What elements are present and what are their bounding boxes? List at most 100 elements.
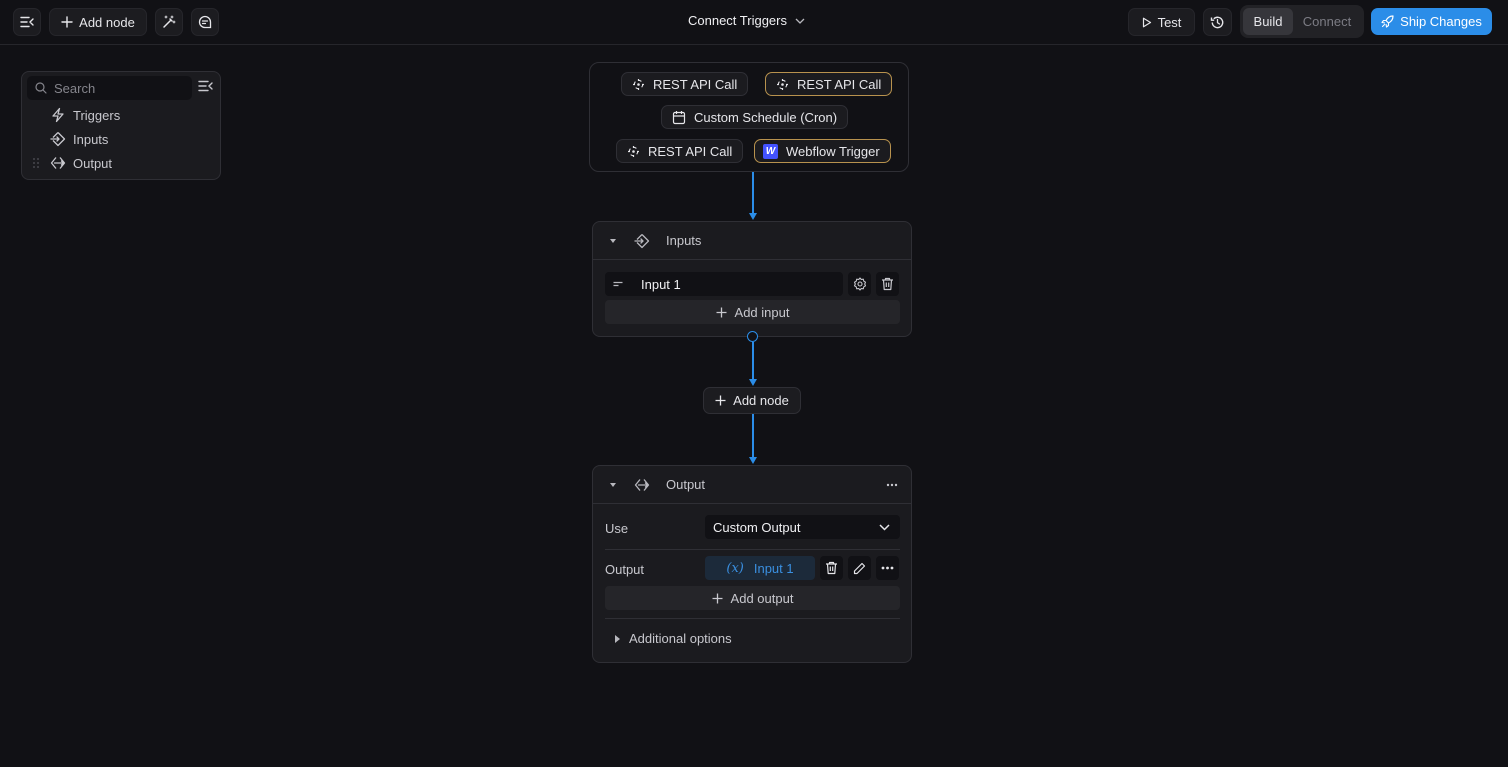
outline-item-label: Triggers bbox=[73, 107, 121, 123]
delete-input-button[interactable] bbox=[876, 272, 899, 296]
collapse-outline-icon[interactable] bbox=[198, 80, 213, 92]
add-input-label: Add input bbox=[734, 304, 790, 320]
webflow-logo-icon: W bbox=[763, 143, 778, 159]
output-variable-pill[interactable]: (x) Input 1 bbox=[705, 556, 815, 580]
outline-item-output[interactable]: Output bbox=[50, 155, 112, 171]
connector-arrow-icon bbox=[749, 379, 757, 386]
connector-line bbox=[752, 172, 754, 214]
trigger-chip-label: Webflow Trigger bbox=[786, 143, 880, 159]
test-label: Test bbox=[1157, 14, 1182, 30]
trash-icon bbox=[826, 561, 837, 575]
trigger-chip-webflow[interactable]: W Webflow Trigger bbox=[754, 139, 891, 163]
chevron-down-icon bbox=[795, 18, 805, 24]
trigger-chip-label: REST API Call bbox=[797, 76, 882, 92]
additional-options-toggle[interactable]: Additional options bbox=[615, 631, 732, 646]
output-port-handle[interactable] bbox=[747, 331, 758, 342]
add-node-button[interactable]: Add node bbox=[49, 8, 147, 36]
magic-wand-icon bbox=[163, 15, 176, 28]
add-output-button[interactable]: Add output bbox=[605, 586, 900, 610]
lightning-icon bbox=[52, 107, 64, 123]
add-input-button[interactable]: Add input bbox=[605, 300, 900, 324]
history-icon bbox=[1210, 16, 1224, 28]
outline-item-inputs[interactable]: Inputs bbox=[50, 131, 108, 147]
trigger-chip-custom-schedule[interactable]: Custom Schedule (Cron) bbox=[661, 105, 849, 129]
connector-line bbox=[752, 414, 754, 458]
more-options-icon bbox=[881, 566, 894, 570]
input-name: Input 1 bbox=[641, 276, 681, 292]
plus-icon bbox=[715, 395, 726, 406]
output-node[interactable]: Output Use Custom Output Output (x) Inpu… bbox=[592, 465, 912, 663]
trigger-chip-rest-api-3[interactable]: REST API Call bbox=[616, 139, 744, 163]
delete-output-button[interactable] bbox=[820, 556, 843, 580]
workflow-title-dropdown[interactable]: Connect Triggers bbox=[688, 13, 805, 28]
search-icon bbox=[35, 82, 47, 94]
add-node-between-button[interactable]: Add node bbox=[703, 387, 801, 414]
trigger-chip-rest-api-2[interactable]: REST API Call bbox=[765, 72, 893, 96]
outline-item-triggers[interactable]: Triggers bbox=[50, 107, 120, 123]
api-target-icon bbox=[633, 78, 644, 90]
tab-connect[interactable]: Connect bbox=[1293, 8, 1361, 35]
api-target-icon bbox=[628, 145, 639, 157]
rocket-icon bbox=[1381, 15, 1394, 28]
more-options-icon[interactable] bbox=[886, 483, 898, 487]
outline-search-input[interactable]: Search bbox=[27, 76, 192, 100]
magic-wand-button[interactable] bbox=[155, 8, 183, 36]
caret-right-icon bbox=[615, 634, 620, 643]
enter-arrow-icon bbox=[634, 234, 650, 249]
collapse-caret-icon[interactable] bbox=[610, 239, 616, 243]
plus-icon bbox=[716, 307, 727, 317]
divider bbox=[605, 618, 900, 619]
workflow-title: Connect Triggers bbox=[688, 13, 787, 28]
comment-icon bbox=[198, 15, 212, 29]
connector-arrow-icon bbox=[749, 457, 757, 464]
ship-changes-button[interactable]: Ship Changes bbox=[1371, 8, 1492, 35]
exit-arrow-icon bbox=[634, 479, 650, 491]
add-node-between-label: Add node bbox=[733, 393, 789, 408]
plus-icon bbox=[61, 16, 73, 28]
output-more-button[interactable] bbox=[876, 556, 899, 580]
calendar-icon bbox=[672, 110, 686, 124]
trigger-chip-rest-api-1[interactable]: REST API Call bbox=[621, 72, 749, 96]
toggle-sidebar-button[interactable] bbox=[13, 8, 41, 36]
use-label: Use bbox=[605, 521, 629, 536]
gear-icon bbox=[853, 277, 866, 291]
add-output-label: Add output bbox=[730, 590, 794, 606]
api-target-icon bbox=[777, 78, 788, 90]
collapse-caret-icon[interactable] bbox=[610, 483, 616, 487]
trash-icon bbox=[882, 277, 893, 291]
sidebar-collapse-icon bbox=[20, 16, 34, 28]
search-placeholder: Search bbox=[54, 80, 96, 96]
input-settings-button[interactable] bbox=[848, 272, 871, 296]
inputs-node[interactable]: Inputs Input 1 Add input bbox=[592, 221, 912, 337]
outline-item-label: Inputs bbox=[73, 131, 109, 147]
outline-item-label: Output bbox=[73, 155, 113, 171]
connector-arrow-icon bbox=[749, 213, 757, 220]
tab-build[interactable]: Build bbox=[1243, 8, 1293, 35]
divider bbox=[605, 549, 900, 550]
connector-line bbox=[752, 342, 754, 380]
triggers-node[interactable]: REST API Call REST API Call Custom Sched… bbox=[589, 62, 909, 172]
history-button[interactable] bbox=[1203, 8, 1232, 36]
additional-options-label: Additional options bbox=[629, 631, 732, 646]
pencil-icon bbox=[853, 562, 866, 574]
drag-handle-icon[interactable] bbox=[33, 158, 39, 168]
ship-changes-label: Ship Changes bbox=[1400, 14, 1482, 29]
trigger-chip-label: REST API Call bbox=[653, 76, 738, 92]
use-select[interactable]: Custom Output bbox=[705, 515, 900, 539]
edit-output-button[interactable] bbox=[848, 556, 871, 580]
output-node-title: Output bbox=[666, 477, 706, 492]
use-select-value: Custom Output bbox=[713, 519, 801, 535]
output-variable-name: Input 1 bbox=[753, 560, 794, 576]
trigger-chip-label: Custom Schedule (Cron) bbox=[694, 109, 838, 125]
trigger-chip-label: REST API Call bbox=[648, 143, 733, 159]
exit-arrow-icon bbox=[50, 157, 66, 169]
top-toolbar: Add node Connect Triggers Test Build Con… bbox=[0, 0, 1508, 45]
comment-button[interactable] bbox=[191, 8, 219, 36]
input-field-row[interactable]: Input 1 bbox=[605, 272, 843, 296]
plus-icon bbox=[712, 593, 723, 603]
mode-switch: Build Connect bbox=[1240, 5, 1364, 38]
variable-icon: (x) bbox=[726, 560, 744, 576]
enter-arrow-icon bbox=[50, 132, 66, 147]
inputs-node-title: Inputs bbox=[666, 233, 702, 248]
test-button[interactable]: Test bbox=[1128, 8, 1195, 36]
